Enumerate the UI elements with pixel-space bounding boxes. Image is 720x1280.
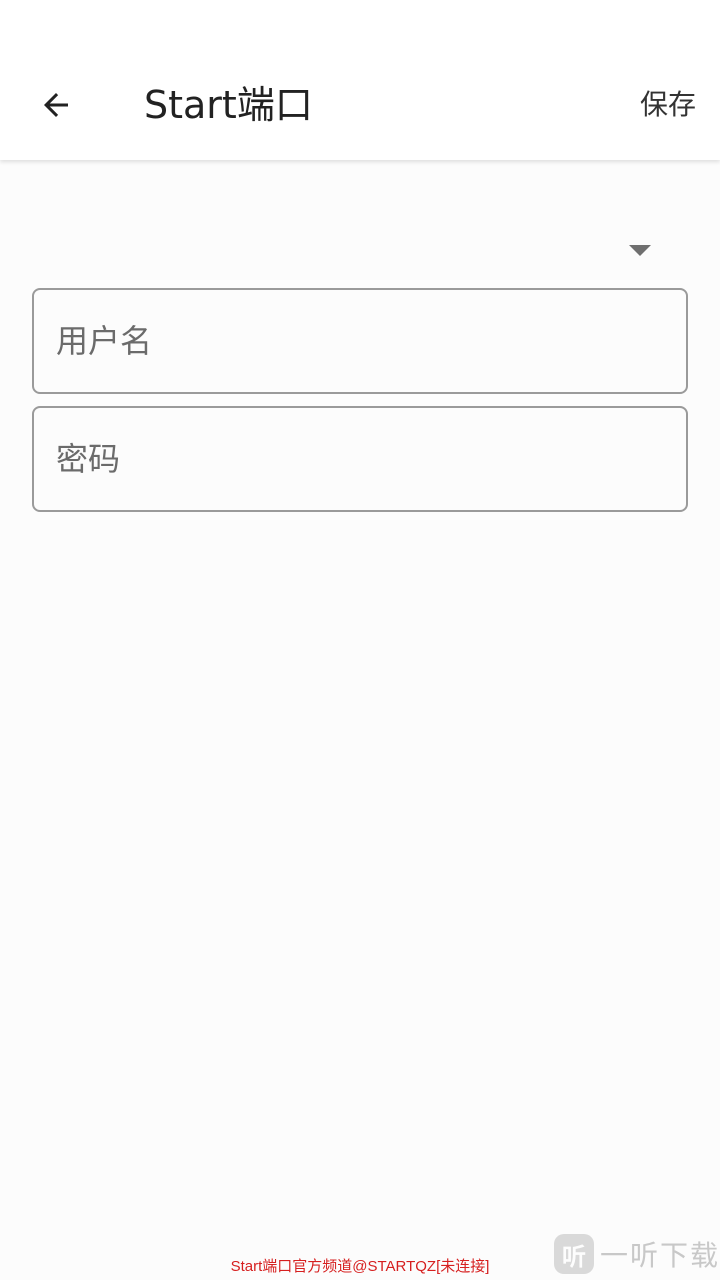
save-button[interactable]: 保存: [640, 80, 696, 130]
app-bar: Start端口 保存: [0, 0, 720, 160]
watermark: 听 一听下载: [553, 1232, 720, 1276]
username-input[interactable]: [34, 290, 686, 392]
screen: Start端口 保存 Start端口官方频道@STARTQZ[未连接] 听 一听…: [0, 0, 720, 1280]
caret-down-icon: [629, 245, 651, 256]
arrow-left-icon: [44, 93, 68, 117]
watermark-logo-icon: 听: [553, 1234, 594, 1274]
back-button[interactable]: [24, 80, 88, 130]
password-input[interactable]: [34, 408, 686, 510]
server-dropdown[interactable]: [32, 216, 688, 276]
password-field[interactable]: [32, 406, 688, 512]
page-title: Start端口: [144, 83, 313, 127]
watermark-text: 一听下载: [599, 1239, 720, 1272]
username-field[interactable]: [32, 288, 688, 394]
